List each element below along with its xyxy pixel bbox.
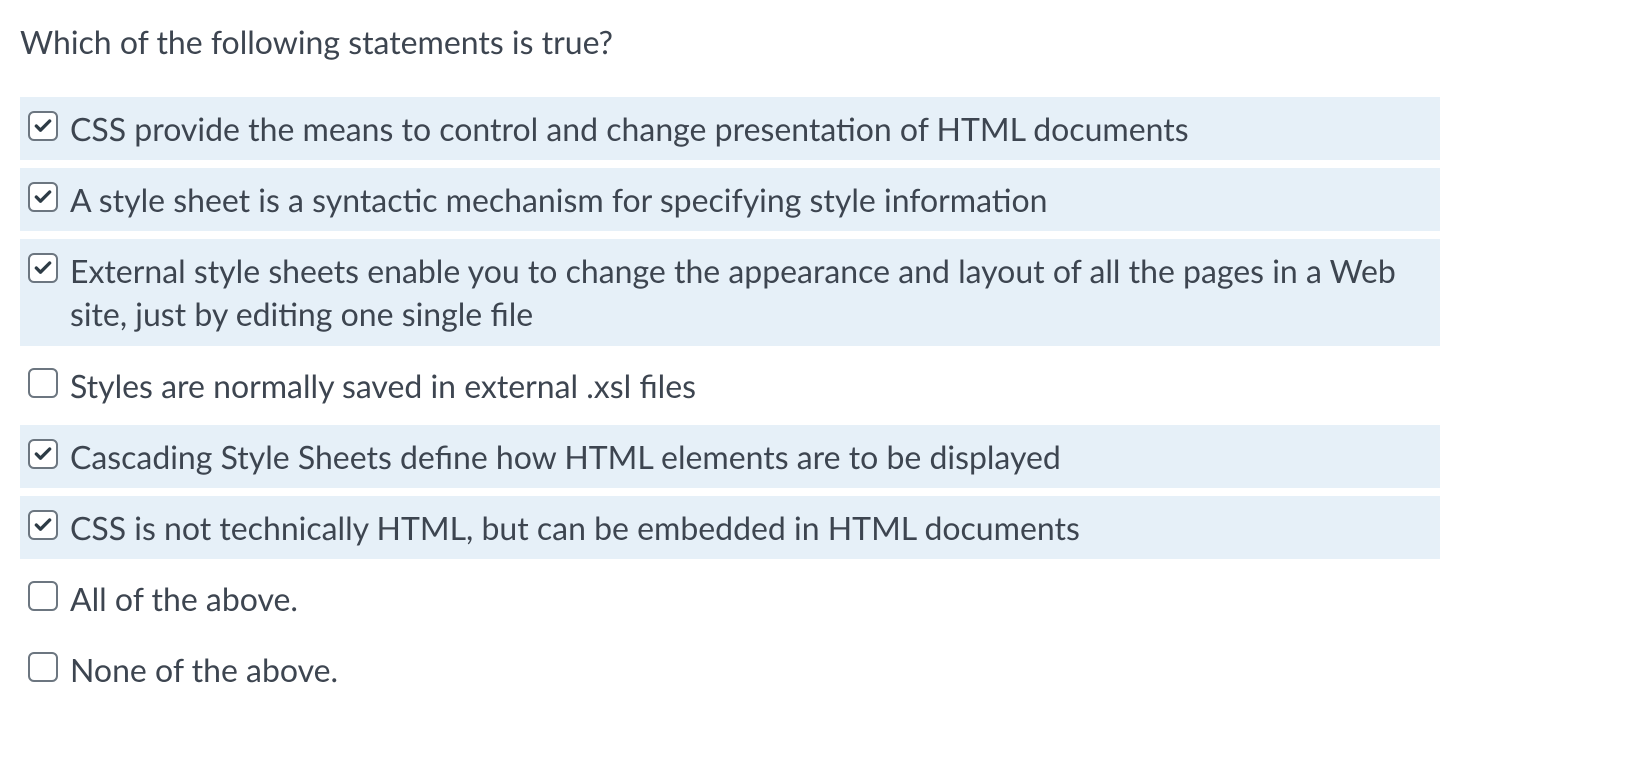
check-icon bbox=[33, 187, 53, 207]
checkbox-0[interactable] bbox=[28, 111, 58, 141]
check-icon bbox=[33, 116, 53, 136]
option-label-6: All of the above. bbox=[70, 577, 298, 620]
question-text: Which of the following statements is tru… bbox=[20, 20, 1440, 65]
checkbox-2[interactable] bbox=[28, 253, 58, 283]
check-icon bbox=[33, 444, 53, 464]
question-container: Which of the following statements is tru… bbox=[20, 20, 1440, 701]
option-label-7: None of the above. bbox=[70, 648, 338, 691]
option-label-2: External style sheets enable you to chan… bbox=[70, 249, 1432, 335]
checkbox-1[interactable] bbox=[28, 182, 58, 212]
checkbox-7[interactable] bbox=[28, 652, 58, 682]
option-label-1: A style sheet is a syntactic mechanism f… bbox=[70, 178, 1048, 221]
option-label-0: CSS provide the means to control and cha… bbox=[70, 107, 1189, 150]
option-label-5: CSS is not technically HTML, but can be … bbox=[70, 506, 1080, 549]
checkbox-5[interactable] bbox=[28, 510, 58, 540]
checkbox-6[interactable] bbox=[28, 581, 58, 611]
check-icon bbox=[33, 515, 53, 535]
option-5[interactable]: CSS is not technically HTML, but can be … bbox=[20, 496, 1440, 559]
checkbox-3[interactable] bbox=[28, 368, 58, 398]
option-3[interactable]: Styles are normally saved in external .x… bbox=[20, 354, 1440, 417]
option-6[interactable]: All of the above. bbox=[20, 567, 1440, 630]
option-2[interactable]: External style sheets enable you to chan… bbox=[20, 239, 1440, 345]
option-label-4: Cascading Style Sheets define how HTML e… bbox=[70, 435, 1061, 478]
checkbox-4[interactable] bbox=[28, 439, 58, 469]
option-7[interactable]: None of the above. bbox=[20, 638, 1440, 701]
option-1[interactable]: A style sheet is a syntactic mechanism f… bbox=[20, 168, 1440, 231]
option-label-3: Styles are normally saved in external .x… bbox=[70, 364, 696, 407]
option-4[interactable]: Cascading Style Sheets define how HTML e… bbox=[20, 425, 1440, 488]
option-0[interactable]: CSS provide the means to control and cha… bbox=[20, 97, 1440, 160]
check-icon bbox=[33, 258, 53, 278]
